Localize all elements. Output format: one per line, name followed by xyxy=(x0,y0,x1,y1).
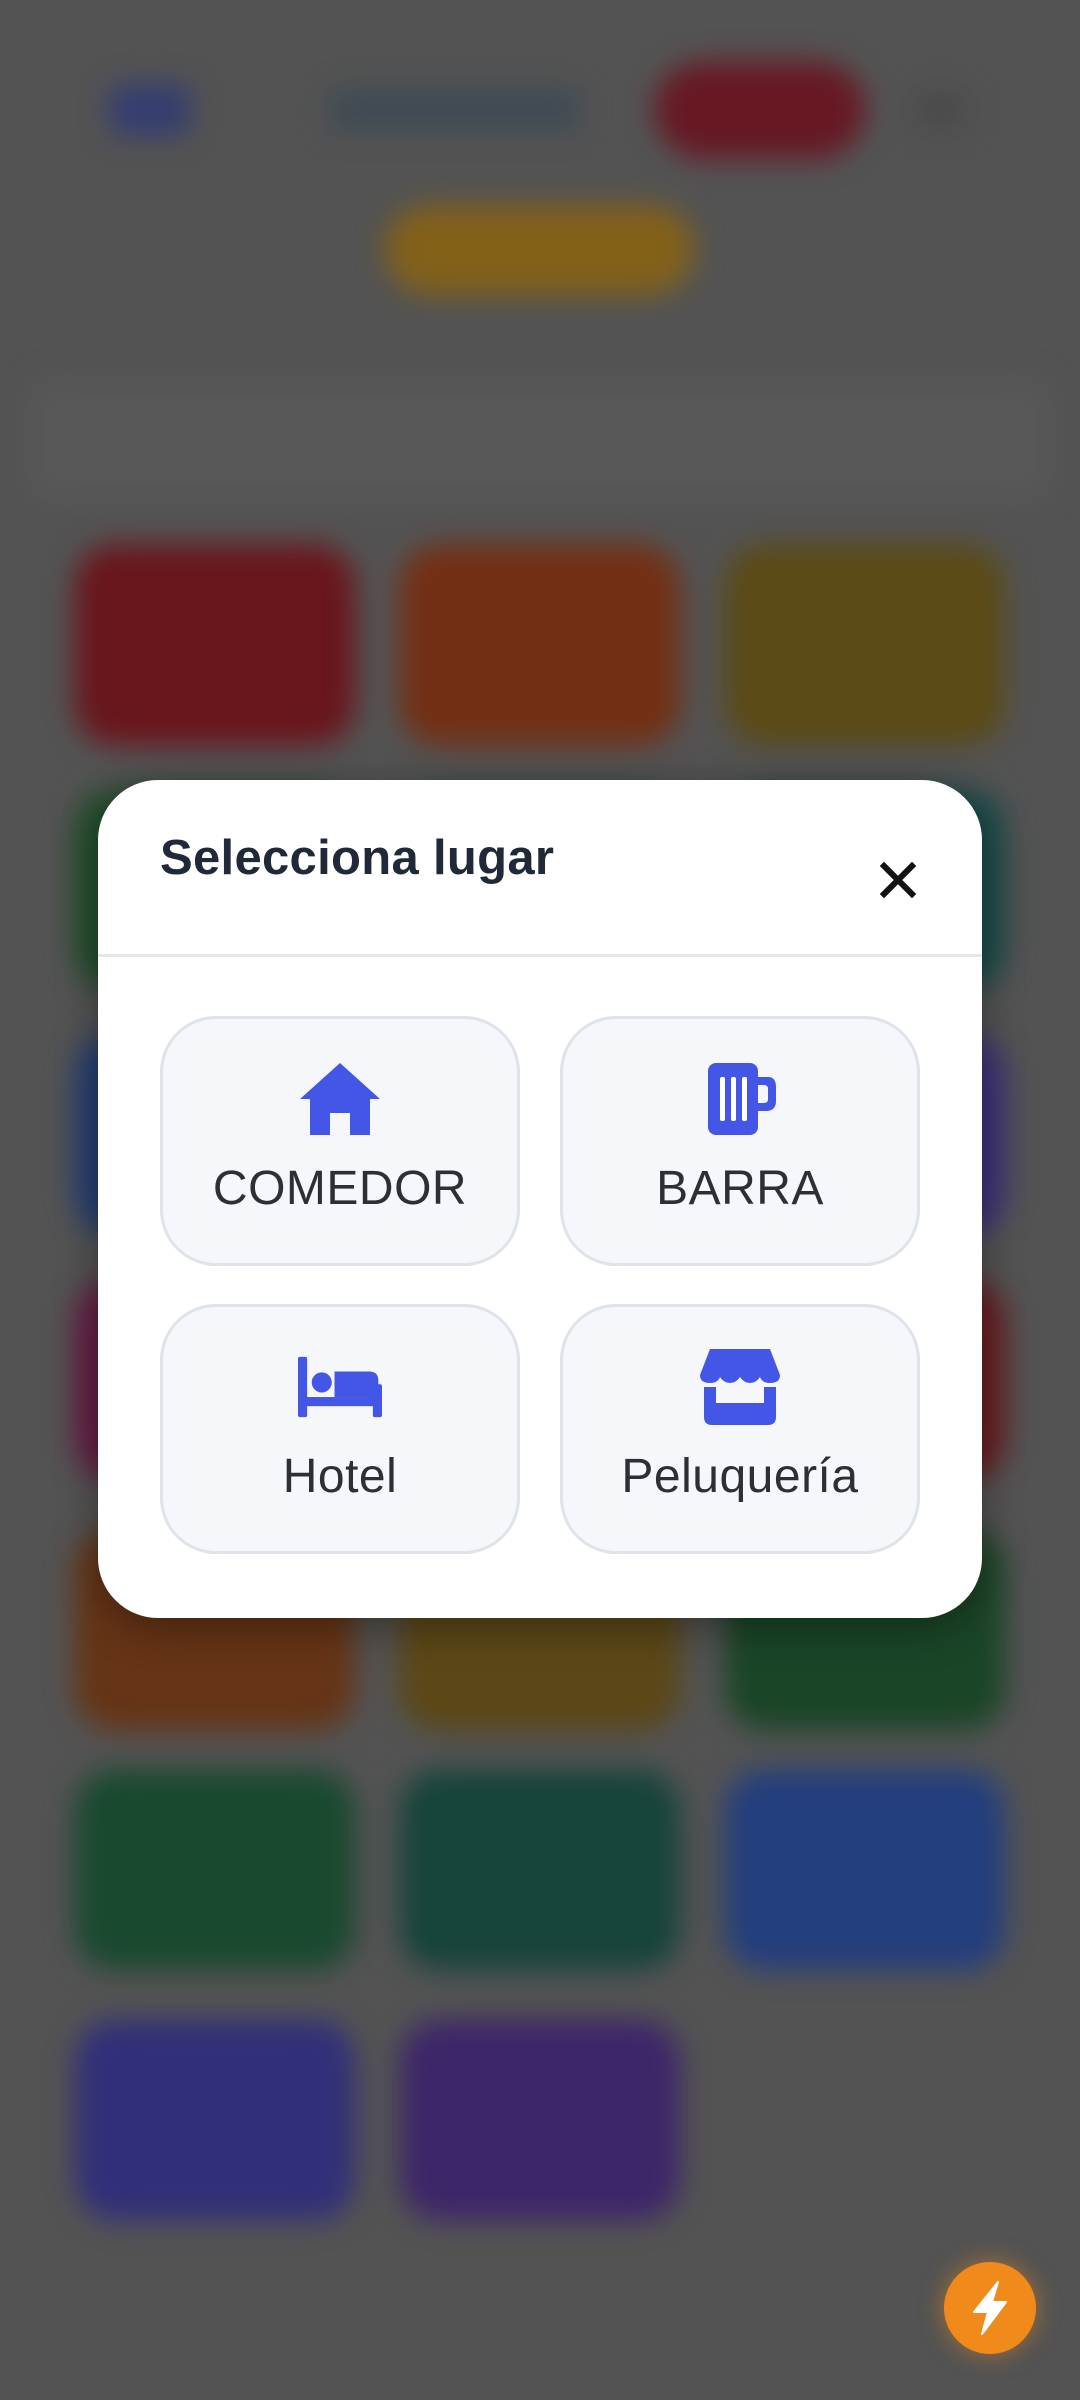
lightning-bolt-icon xyxy=(973,2281,1007,2335)
close-icon xyxy=(879,861,917,899)
select-place-dialog: Selecciona lugar COMEDOR BARRA Hotel Pel… xyxy=(98,780,982,1618)
house-icon xyxy=(298,1061,382,1137)
bed-icon xyxy=(298,1349,382,1425)
option-barra[interactable]: BARRA xyxy=(560,1016,920,1266)
option-hotel[interactable]: Hotel xyxy=(160,1304,520,1554)
option-label: Hotel xyxy=(282,1450,398,1503)
option-label: BARRA xyxy=(656,1162,824,1215)
beer-mug-icon xyxy=(698,1061,782,1137)
dialog-header: Selecciona lugar xyxy=(98,780,982,957)
place-options: COMEDOR BARRA Hotel Peluquería xyxy=(160,1016,920,1554)
option-comedor[interactable]: COMEDOR xyxy=(160,1016,520,1266)
option-label: Peluquería xyxy=(621,1450,859,1503)
quick-action-button[interactable] xyxy=(944,2262,1036,2354)
dialog-title: Selecciona lugar xyxy=(160,831,555,885)
store-icon xyxy=(698,1349,782,1425)
close-button[interactable] xyxy=(866,848,930,912)
option-peluqueria[interactable]: Peluquería xyxy=(560,1304,920,1554)
option-label: COMEDOR xyxy=(212,1162,468,1215)
app-screen: Selecciona lugar COMEDOR BARRA Hotel Pel… xyxy=(0,0,1080,2400)
